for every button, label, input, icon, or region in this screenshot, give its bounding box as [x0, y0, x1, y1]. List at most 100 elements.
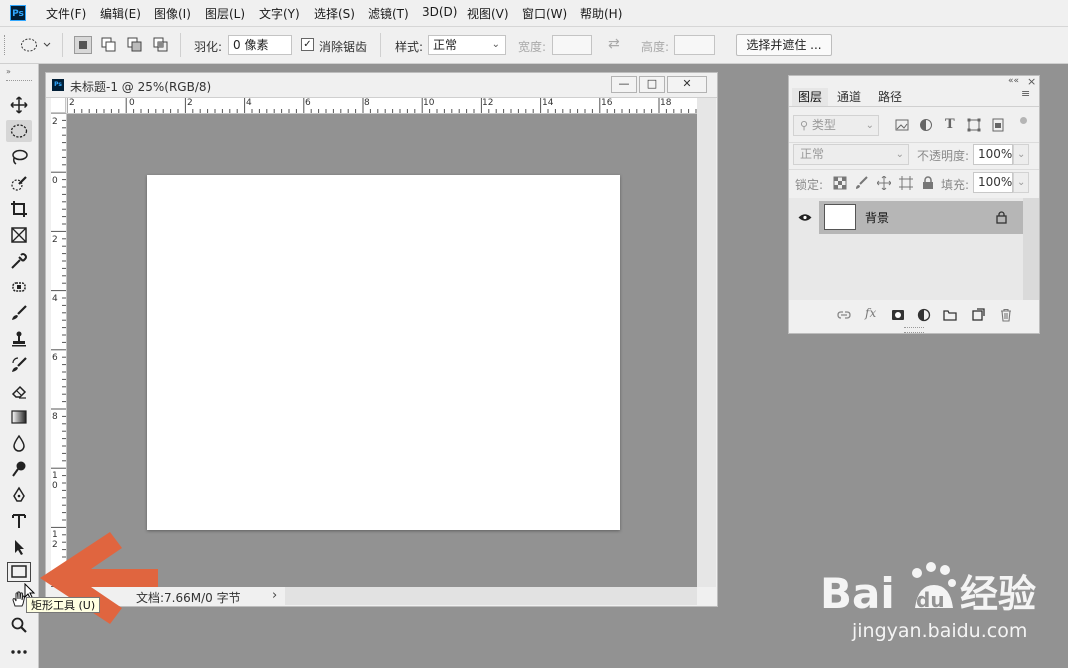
frame-tool[interactable] — [6, 224, 32, 246]
fill-input[interactable]: 100% — [973, 172, 1013, 193]
layer-lock-icon — [996, 211, 1007, 224]
lock-transparent-pixels-icon[interactable] — [833, 176, 847, 190]
width-input[interactable] — [552, 35, 592, 55]
layers-scrollbar[interactable] — [1023, 198, 1039, 300]
gradient-tool[interactable] — [6, 406, 32, 428]
rectangle-tool[interactable] — [7, 562, 31, 582]
healing-brush-tool[interactable] — [6, 276, 32, 298]
canvas[interactable] — [147, 175, 620, 530]
options-bar: 羽化: 0 像素 ✓ 消除锯齿 样式: 正常 ⌄ 宽度: ⇄ 高度: 选择并遮住… — [0, 27, 1068, 64]
more-tools[interactable] — [6, 640, 32, 662]
dodge-tool[interactable] — [6, 458, 32, 480]
select-and-mask-button[interactable]: 选择并遮住 ... — [736, 34, 832, 56]
tool-preset-picker[interactable] — [20, 37, 54, 56]
opacity-input[interactable]: 100% — [973, 144, 1013, 165]
horizontal-scrollbar[interactable] — [285, 587, 697, 605]
subtract-selection-button[interactable] — [126, 36, 144, 57]
layer-filter-select[interactable]: ⚲ 类型 ⌄ — [793, 115, 879, 136]
lock-all-icon[interactable] — [921, 176, 935, 190]
eye-icon[interactable] — [798, 213, 812, 222]
options-bar-grip[interactable] — [4, 35, 9, 55]
add-selection-button[interactable] — [100, 36, 118, 57]
h-ruler-label: 8 — [364, 98, 370, 108]
blur-tool[interactable] — [6, 432, 32, 454]
panel-menu-icon[interactable]: ≡ — [1021, 88, 1032, 99]
shape-layer-filter-icon[interactable] — [967, 118, 981, 132]
water-drop-icon — [13, 434, 25, 452]
lock-position-icon[interactable] — [877, 176, 891, 190]
antialias-checkbox[interactable]: ✓ — [301, 38, 314, 51]
menu-layer[interactable]: 图层(L) — [205, 5, 245, 22]
maximize-button[interactable]: □ — [639, 76, 665, 93]
menu-filter[interactable]: 滤镜(T) — [368, 5, 409, 22]
eraser-tool[interactable] — [6, 380, 32, 402]
vertical-scrollbar[interactable] — [697, 98, 716, 587]
height-input[interactable] — [674, 35, 715, 55]
link-layers-icon[interactable] — [837, 308, 851, 322]
menu-3d[interactable]: 3D(D) — [422, 5, 457, 19]
elliptical-marquee-tool[interactable] — [6, 120, 32, 142]
lock-artboard-icon[interactable] — [899, 176, 913, 190]
menu-file[interactable]: 文件(F) — [46, 5, 86, 22]
feather-input[interactable]: 0 像素 — [228, 35, 292, 55]
path-selection-tool[interactable] — [6, 536, 32, 558]
pixel-layer-filter-icon[interactable] — [895, 118, 909, 132]
tab-layers[interactable]: 图层 — [792, 88, 828, 106]
new-group-icon[interactable] — [943, 308, 957, 322]
swap-icon[interactable]: ⇄ — [608, 36, 620, 52]
pen-tool[interactable] — [6, 484, 32, 506]
layer-row[interactable]: 背景 — [819, 201, 1023, 234]
panel-collapse-icon[interactable]: «« — [1008, 76, 1019, 86]
zoom-tool[interactable] — [6, 614, 32, 636]
opacity-dropdown[interactable]: ⌄ — [1013, 144, 1029, 165]
document-title-bar[interactable]: Ps 未标题-1 @ 25%(RGB/8) — □ ✕ — [46, 73, 717, 98]
toolbox-collapse-icon[interactable]: » — [6, 67, 11, 76]
menu-type[interactable]: 文字(Y) — [259, 5, 300, 22]
type-layer-filter-icon[interactable]: T — [945, 117, 955, 132]
type-tool[interactable] — [6, 510, 32, 532]
menu-view[interactable]: 视图(V) — [467, 5, 509, 22]
menu-help[interactable]: 帮助(H) — [580, 5, 622, 22]
lasso-tool[interactable] — [6, 146, 32, 168]
fill-dropdown[interactable]: ⌄ — [1013, 172, 1029, 193]
adjustment-layer-filter-icon[interactable] — [919, 118, 933, 132]
status-menu-arrow[interactable]: › — [272, 588, 277, 603]
move-tool[interactable] — [6, 94, 32, 116]
ruler-origin[interactable] — [51, 98, 66, 113]
style-select[interactable]: 正常 ⌄ — [428, 35, 506, 55]
brush-tool[interactable] — [6, 302, 32, 324]
new-adjustment-layer-icon[interactable] — [917, 308, 931, 322]
close-button[interactable]: ✕ — [667, 76, 707, 93]
history-brush-tool[interactable] — [6, 354, 32, 376]
smart-object-filter-icon[interactable] — [991, 118, 1005, 132]
canvas-workspace[interactable] — [67, 114, 697, 587]
delete-layer-icon[interactable] — [999, 308, 1013, 322]
add-mask-icon[interactable] — [891, 308, 905, 322]
vertical-ruler[interactable]: 2 0 2 4 6 8 1 0 1 2 — [51, 113, 67, 587]
ellipse-marquee-icon — [21, 38, 51, 52]
tab-paths[interactable]: 路径 — [872, 88, 908, 106]
minimize-button[interactable]: — — [611, 76, 637, 93]
new-selection-button[interactable] — [74, 36, 92, 54]
blend-mode-select[interactable]: 正常 ⌄ — [793, 144, 909, 165]
clone-stamp-tool[interactable] — [6, 328, 32, 350]
menu-edit[interactable]: 编辑(E) — [100, 5, 141, 22]
filter-toggle[interactable] — [1020, 117, 1027, 124]
tab-channels[interactable]: 通道 — [831, 88, 867, 106]
frame-icon — [11, 227, 27, 243]
h-ruler-label: 4 — [246, 98, 252, 108]
brush-icon — [12, 305, 27, 320]
eyedropper-tool[interactable] — [6, 250, 32, 272]
menu-image[interactable]: 图像(I) — [154, 5, 191, 22]
lock-image-pixels-icon[interactable] — [855, 176, 869, 190]
menu-window[interactable]: 窗口(W) — [522, 5, 567, 22]
menu-select[interactable]: 选择(S) — [314, 5, 355, 22]
horizontal-ruler[interactable]: 2 0 2 4 6 8 10 12 14 16 18 — [67, 98, 697, 114]
toolbox-grip[interactable] — [6, 80, 32, 83]
intersect-selection-button[interactable] — [152, 36, 170, 57]
fx-icon[interactable]: fx — [865, 306, 876, 320]
panel-resize-grip[interactable] — [904, 327, 924, 333]
new-layer-icon[interactable] — [971, 308, 985, 322]
crop-tool[interactable] — [6, 198, 32, 220]
quick-selection-tool[interactable] — [6, 172, 32, 194]
